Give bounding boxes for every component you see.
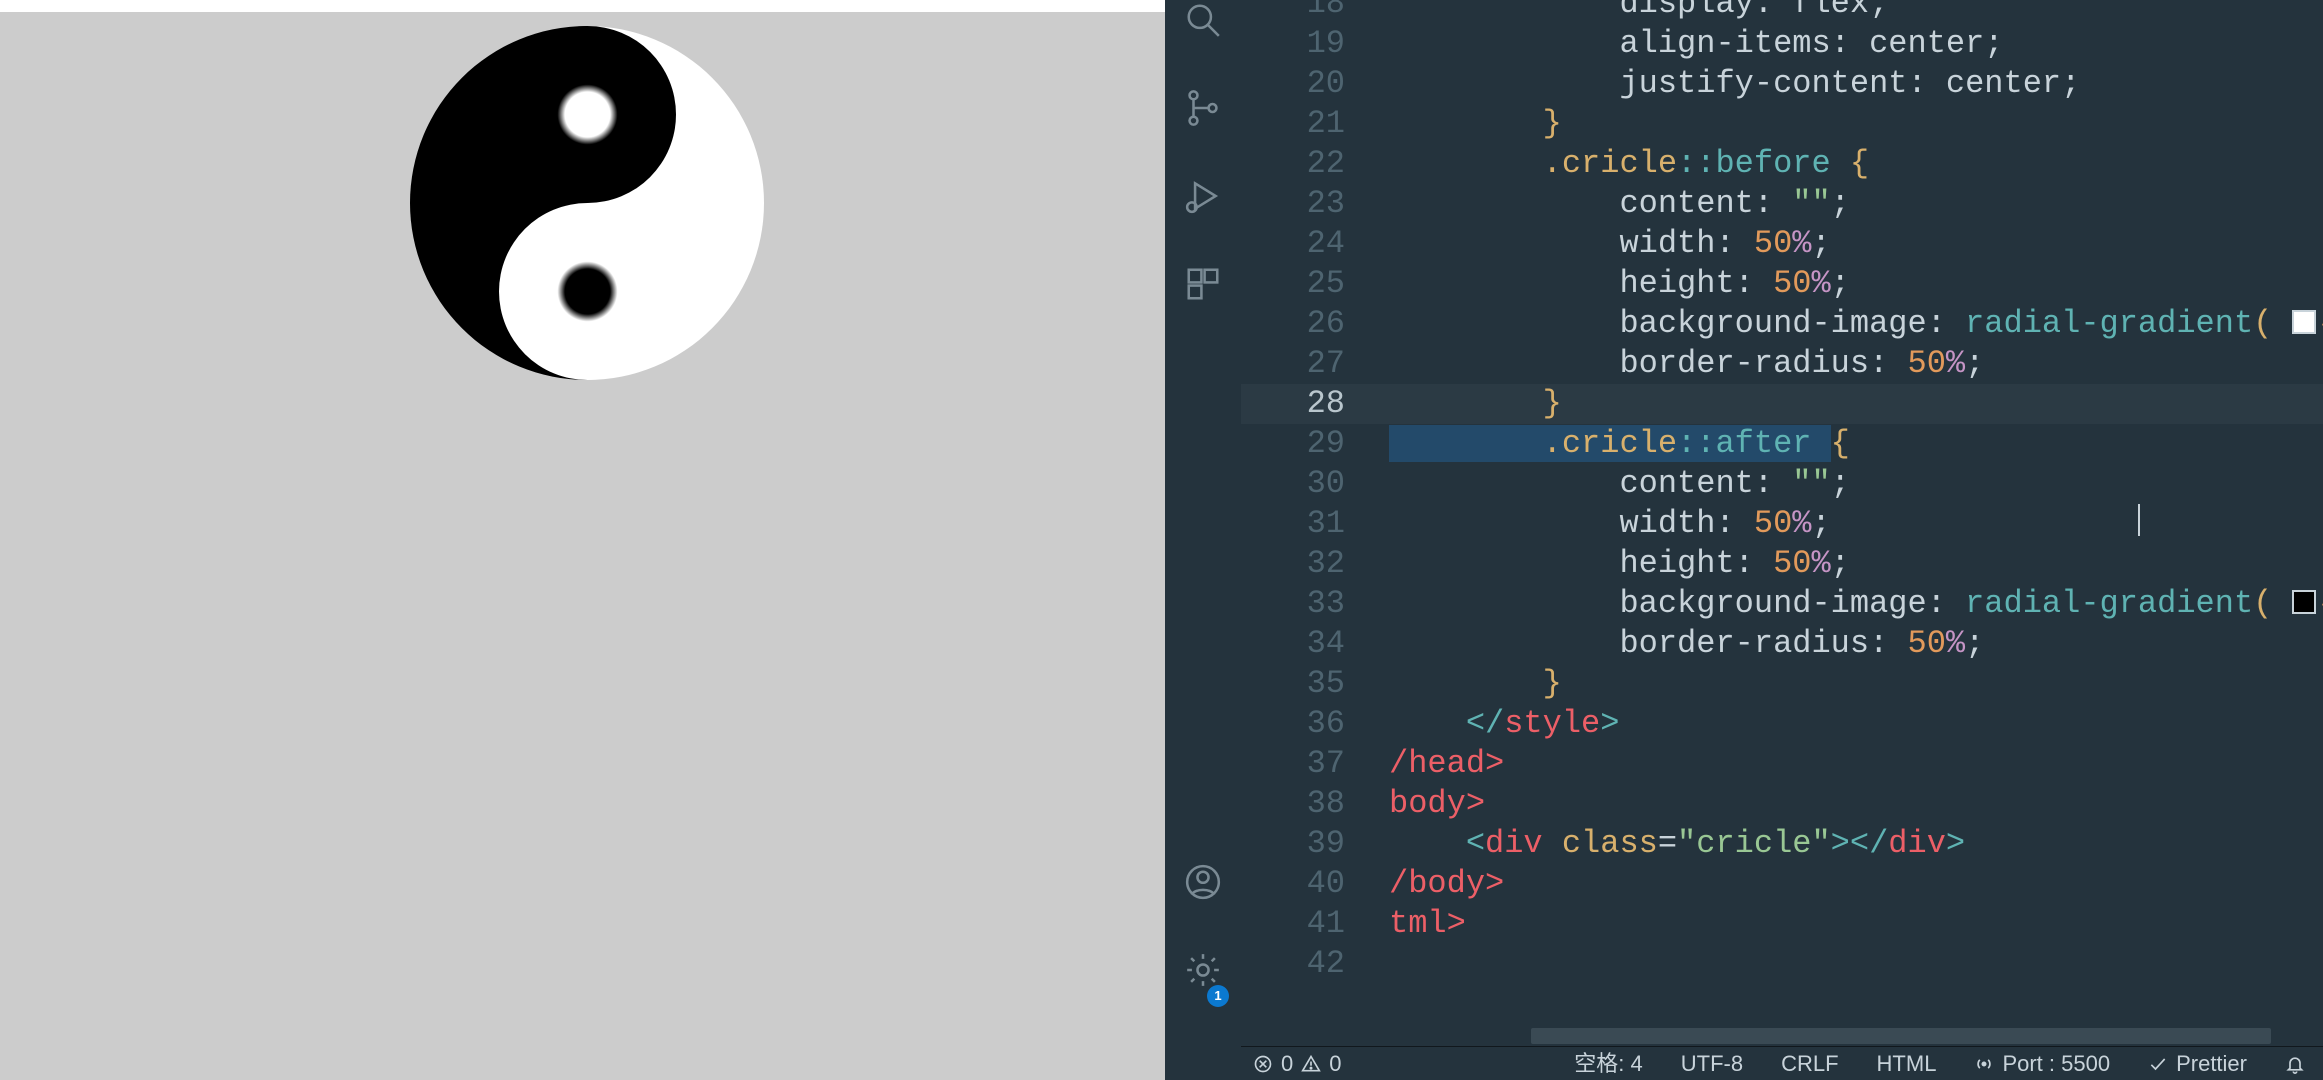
line-number: 25 — [1241, 264, 1389, 304]
status-spaces[interactable]: 空格: 4 — [1574, 1047, 1642, 1080]
line-number: 28 — [1241, 384, 1389, 424]
browser-preview-pane — [0, 0, 1165, 1080]
search-icon[interactable] — [1183, 0, 1223, 40]
status-encoding[interactable]: UTF-8 — [1681, 1047, 1743, 1080]
settings-badge: 1 — [1207, 985, 1229, 1007]
status-eol[interactable]: CRLF — [1781, 1047, 1838, 1080]
line-number: 38 — [1241, 784, 1389, 824]
line-number: 41 — [1241, 904, 1389, 944]
line-number: 33 — [1241, 584, 1389, 624]
line-number: 27 — [1241, 344, 1389, 384]
check-icon — [2148, 1054, 2168, 1074]
status-errors-count: 0 — [1281, 1047, 1293, 1080]
line-number: 36 — [1241, 704, 1389, 744]
status-language[interactable]: HTML — [1877, 1047, 1937, 1080]
status-bar: 0 0 空格: 4 UTF-8 CRLF HTML Port : 5500 — [1241, 1046, 2323, 1080]
yin-yang-circle — [410, 26, 764, 380]
status-notifications[interactable] — [2285, 1054, 2305, 1074]
line-number: 39 — [1241, 824, 1389, 864]
line-number: 42 — [1241, 944, 1389, 984]
status-prettier[interactable]: Prettier — [2148, 1047, 2247, 1080]
account-icon[interactable] — [1183, 862, 1223, 902]
color-swatch-black — [2292, 590, 2316, 614]
status-warnings[interactable]: 0 — [1301, 1047, 1341, 1080]
color-swatch-white — [2292, 310, 2316, 334]
line-number: 18 — [1241, 0, 1389, 24]
line-number: 19 — [1241, 24, 1389, 64]
line-number: 22 — [1241, 144, 1389, 184]
extensions-icon[interactable] — [1183, 264, 1223, 304]
app-root: 1 18 display: flex; 19 align-items: cent… — [0, 0, 2323, 1080]
line-number: 23 — [1241, 184, 1389, 224]
code-editor[interactable]: 18 display: flex; 19 align-items: center… — [1241, 0, 2323, 1080]
activity-bar: 1 — [1165, 0, 1241, 1080]
line-number: 34 — [1241, 624, 1389, 664]
line-number: 32 — [1241, 544, 1389, 584]
line-number: 29 — [1241, 424, 1389, 464]
line-number: 21 — [1241, 104, 1389, 144]
line-number: 20 — [1241, 64, 1389, 104]
status-port-label: Port : 5500 — [2002, 1047, 2110, 1080]
settings-gear-icon[interactable] — [1183, 950, 1223, 990]
status-errors[interactable]: 0 — [1253, 1047, 1293, 1080]
status-live-server[interactable]: Port : 5500 — [1974, 1047, 2110, 1080]
line-number: 30 — [1241, 464, 1389, 504]
status-warnings-count: 0 — [1329, 1047, 1341, 1080]
run-debug-icon[interactable] — [1183, 176, 1223, 216]
source-control-icon[interactable] — [1183, 88, 1223, 128]
editor-side: 1 18 display: flex; 19 align-items: cent… — [1165, 0, 2323, 1080]
line-number: 31 — [1241, 504, 1389, 544]
line-number: 24 — [1241, 224, 1389, 264]
text-cursor — [2138, 504, 2140, 536]
status-prettier-label: Prettier — [2176, 1047, 2247, 1080]
line-number: 35 — [1241, 664, 1389, 704]
line-number: 26 — [1241, 304, 1389, 344]
horizontal-scrollbar[interactable] — [1531, 1028, 2271, 1044]
broadcast-icon — [1974, 1054, 1994, 1074]
line-number: 37 — [1241, 744, 1389, 784]
bell-icon — [2285, 1054, 2305, 1074]
line-number: 40 — [1241, 864, 1389, 904]
browser-chrome-strip — [0, 0, 1165, 12]
